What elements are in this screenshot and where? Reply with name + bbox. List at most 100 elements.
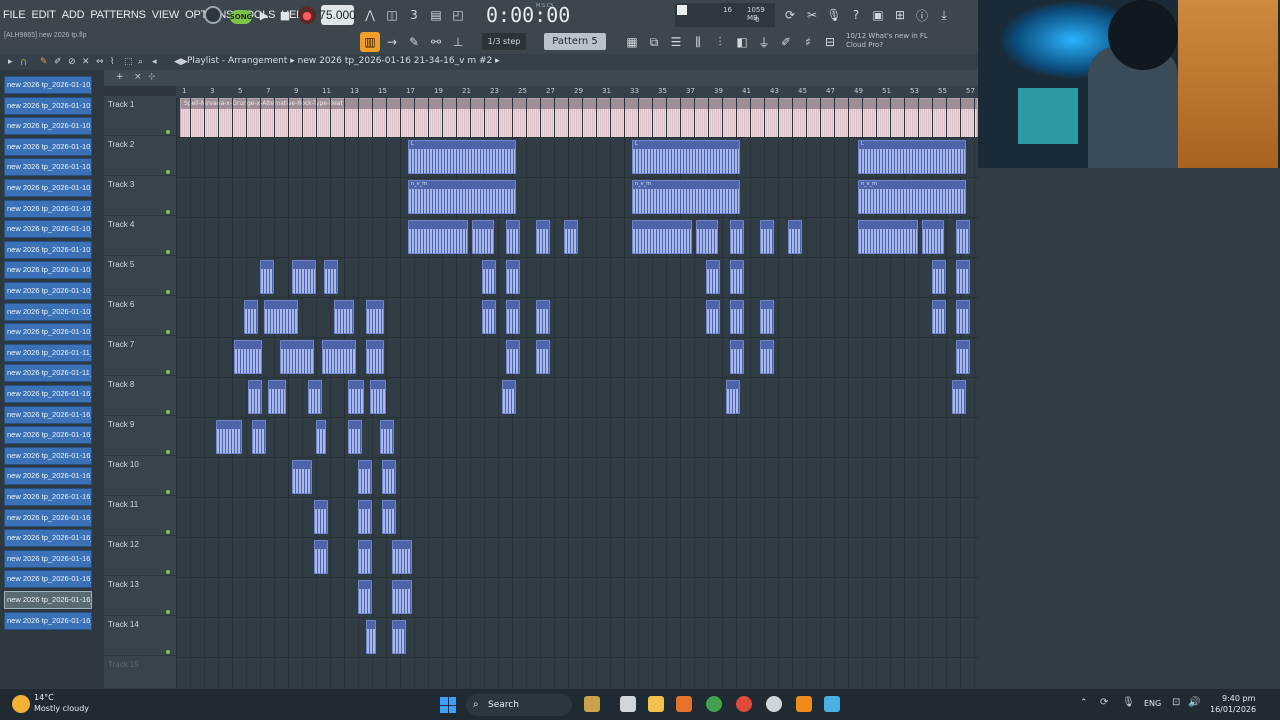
pattern-clip[interactable] (730, 260, 744, 294)
browser-item[interactable]: new 2026 tp_2026-01-10_ (4, 158, 92, 177)
browser-item[interactable]: new 2026 tp_2026-01-10_ (4, 96, 92, 115)
track-lane[interactable] (176, 98, 978, 138)
pattern-clip[interactable] (382, 500, 396, 534)
browser-item[interactable]: new 2026 tp_2026-01-16_ (4, 385, 92, 403)
pattern-clip[interactable]: L (632, 140, 740, 174)
pattern-clip[interactable] (392, 580, 412, 614)
pattern-clip[interactable] (358, 540, 372, 574)
browser-item[interactable]: new 2026 tp_2026-01-16_ (4, 467, 92, 486)
track-mute-led[interactable] (166, 610, 170, 614)
pattern-clip[interactable]: n_v_m (858, 180, 966, 214)
mixer-view-icon[interactable]: ⫼ (688, 32, 708, 52)
pattern-song-led[interactable] (204, 6, 222, 24)
track-lane[interactable] (176, 498, 978, 538)
pattern-clip[interactable]: n_v_m (408, 180, 516, 214)
pattern-clip[interactable] (726, 380, 740, 414)
pattern-clip[interactable] (366, 620, 376, 654)
tempo-tap-icon[interactable]: ⟳ (780, 5, 800, 25)
chrome-profile-icon[interactable] (736, 696, 752, 712)
track-mute-led[interactable] (166, 490, 170, 494)
menu-file[interactable]: FILE (0, 9, 28, 21)
browser-item[interactable]: new 2026 tp_2026-01-11_ (4, 364, 92, 383)
track-mute-led[interactable] (166, 250, 170, 254)
track-label[interactable]: Track 11 (108, 500, 138, 509)
clock-date[interactable]: 16/01/2026 (1210, 705, 1256, 714)
track-label[interactable]: Track 2 (108, 140, 134, 149)
paint-tool-icon[interactable]: ✐ (54, 57, 62, 67)
language-indicator[interactable]: ENG (1144, 699, 1161, 708)
obs-icon[interactable] (766, 696, 782, 712)
delete-tool-icon[interactable]: ⊘ (68, 57, 76, 67)
microphone-icon[interactable]: 🎙 (824, 5, 844, 25)
track-label[interactable]: Track 6 (108, 300, 134, 309)
track-label[interactable]: Track 10 (108, 460, 139, 469)
plugin-icon[interactable]: ◧ (732, 32, 752, 52)
pattern-clip[interactable] (358, 500, 372, 534)
arrow-right-icon[interactable]: → (382, 32, 402, 52)
pattern-clip[interactable] (760, 340, 774, 374)
pattern-clip[interactable] (932, 300, 946, 334)
track-lane[interactable] (176, 618, 978, 658)
pattern-clip[interactable] (358, 460, 372, 494)
pattern-clip[interactable] (408, 220, 468, 254)
song-mode-toggle[interactable]: SONG (230, 10, 252, 24)
browser-item[interactable]: new 2026 tp_2026-01-10_ (4, 282, 92, 300)
select-tool-icon[interactable]: ⬚ (124, 57, 133, 67)
brush-icon[interactable]: ✐ (776, 32, 796, 52)
browser-item[interactable]: new 2026 tp_2026-01-16_ (4, 426, 92, 445)
track-mute-led[interactable] (166, 650, 170, 654)
magnet-icon[interactable]: ∩ (20, 57, 27, 68)
arrangement-name[interactable]: new 2026 tp_2026-01-16 21-34-16_v m #2 (298, 56, 493, 66)
pattern-selector[interactable]: Pattern 5 (544, 33, 606, 50)
pattern-clip[interactable] (292, 460, 312, 494)
clock-time[interactable]: 9:40 pm (1222, 694, 1255, 703)
link-icon[interactable]: ⚯ (426, 32, 446, 52)
pattern-clip[interactable] (730, 300, 744, 334)
track-label[interactable]: Track 7 (108, 340, 134, 349)
browser-item[interactable]: new 2026 tp_2026-01-16_ (4, 591, 92, 609)
track-label[interactable]: Track 13 (108, 580, 139, 589)
browser-item[interactable]: new 2026 tp_2026-01-16_ (4, 549, 92, 568)
play-triangle-icon[interactable]: ▸ (8, 57, 13, 67)
browser-item[interactable]: new 2026 tp_2026-01-10_ (4, 323, 92, 342)
browser-item[interactable]: new 2026 tp_2026-01-10_ (4, 199, 92, 218)
pattern-clip[interactable] (216, 420, 242, 454)
track-mute-led[interactable] (166, 290, 170, 294)
pattern-clip[interactable] (314, 500, 328, 534)
slip-tool-icon[interactable]: ⇔ (96, 57, 104, 67)
browser-item[interactable]: new 2026 tp_2026-01-16_ (4, 570, 92, 589)
mixer-icon[interactable]: ⊞ (890, 5, 910, 25)
pattern-clip[interactable] (706, 300, 720, 334)
pattern-clip[interactable] (280, 340, 314, 374)
weather-icon[interactable] (12, 695, 30, 713)
pattern-clip[interactable] (252, 420, 266, 454)
pattern-clip[interactable] (334, 300, 354, 334)
browser-item[interactable]: new 2026 tp_2026-01-16_ (4, 446, 92, 465)
track-mute-led[interactable] (166, 330, 170, 334)
pattern-clip[interactable] (730, 220, 744, 254)
browser-item[interactable]: new 2026 tp_2026-01-10_ (4, 137, 92, 156)
pattern-clip[interactable] (506, 260, 520, 294)
pattern-clip[interactable] (696, 220, 718, 254)
pattern-clip[interactable] (760, 220, 774, 254)
browser-item[interactable]: new 2026 tp_2026-01-10_ (4, 76, 92, 94)
pattern-clip[interactable] (956, 260, 970, 294)
task-view-icon[interactable] (620, 696, 636, 712)
arrangement-grid[interactable]: Spell-Nirvana-x-Grunge-x-Alternative-Roc… (176, 98, 978, 688)
browser-item[interactable]: new 2026 tp_2026-01-16_ (4, 529, 92, 548)
chevron-up-icon[interactable]: ⌃ (1080, 698, 1088, 708)
browser-item[interactable]: new 2026 tp_2026-01-10_ (4, 117, 92, 136)
pattern-clip[interactable] (858, 220, 918, 254)
track-mute-led[interactable] (166, 210, 170, 214)
menu-patterns[interactable]: PATTERNS (87, 9, 148, 21)
track-label[interactable]: Track 1 (108, 100, 134, 109)
menu-view[interactable]: VIEW (149, 9, 182, 21)
track-label[interactable]: Track 15 (108, 660, 139, 669)
mute-tool-icon[interactable]: ✕ (82, 57, 90, 67)
pattern-clip[interactable] (952, 380, 966, 414)
chrome-icon[interactable] (706, 696, 722, 712)
app-icon[interactable] (824, 696, 840, 712)
slice-tool-icon[interactable]: ⌇ (110, 57, 114, 67)
play-button[interactable]: ▶ (254, 5, 274, 25)
pattern-clip[interactable]: L (408, 140, 516, 174)
